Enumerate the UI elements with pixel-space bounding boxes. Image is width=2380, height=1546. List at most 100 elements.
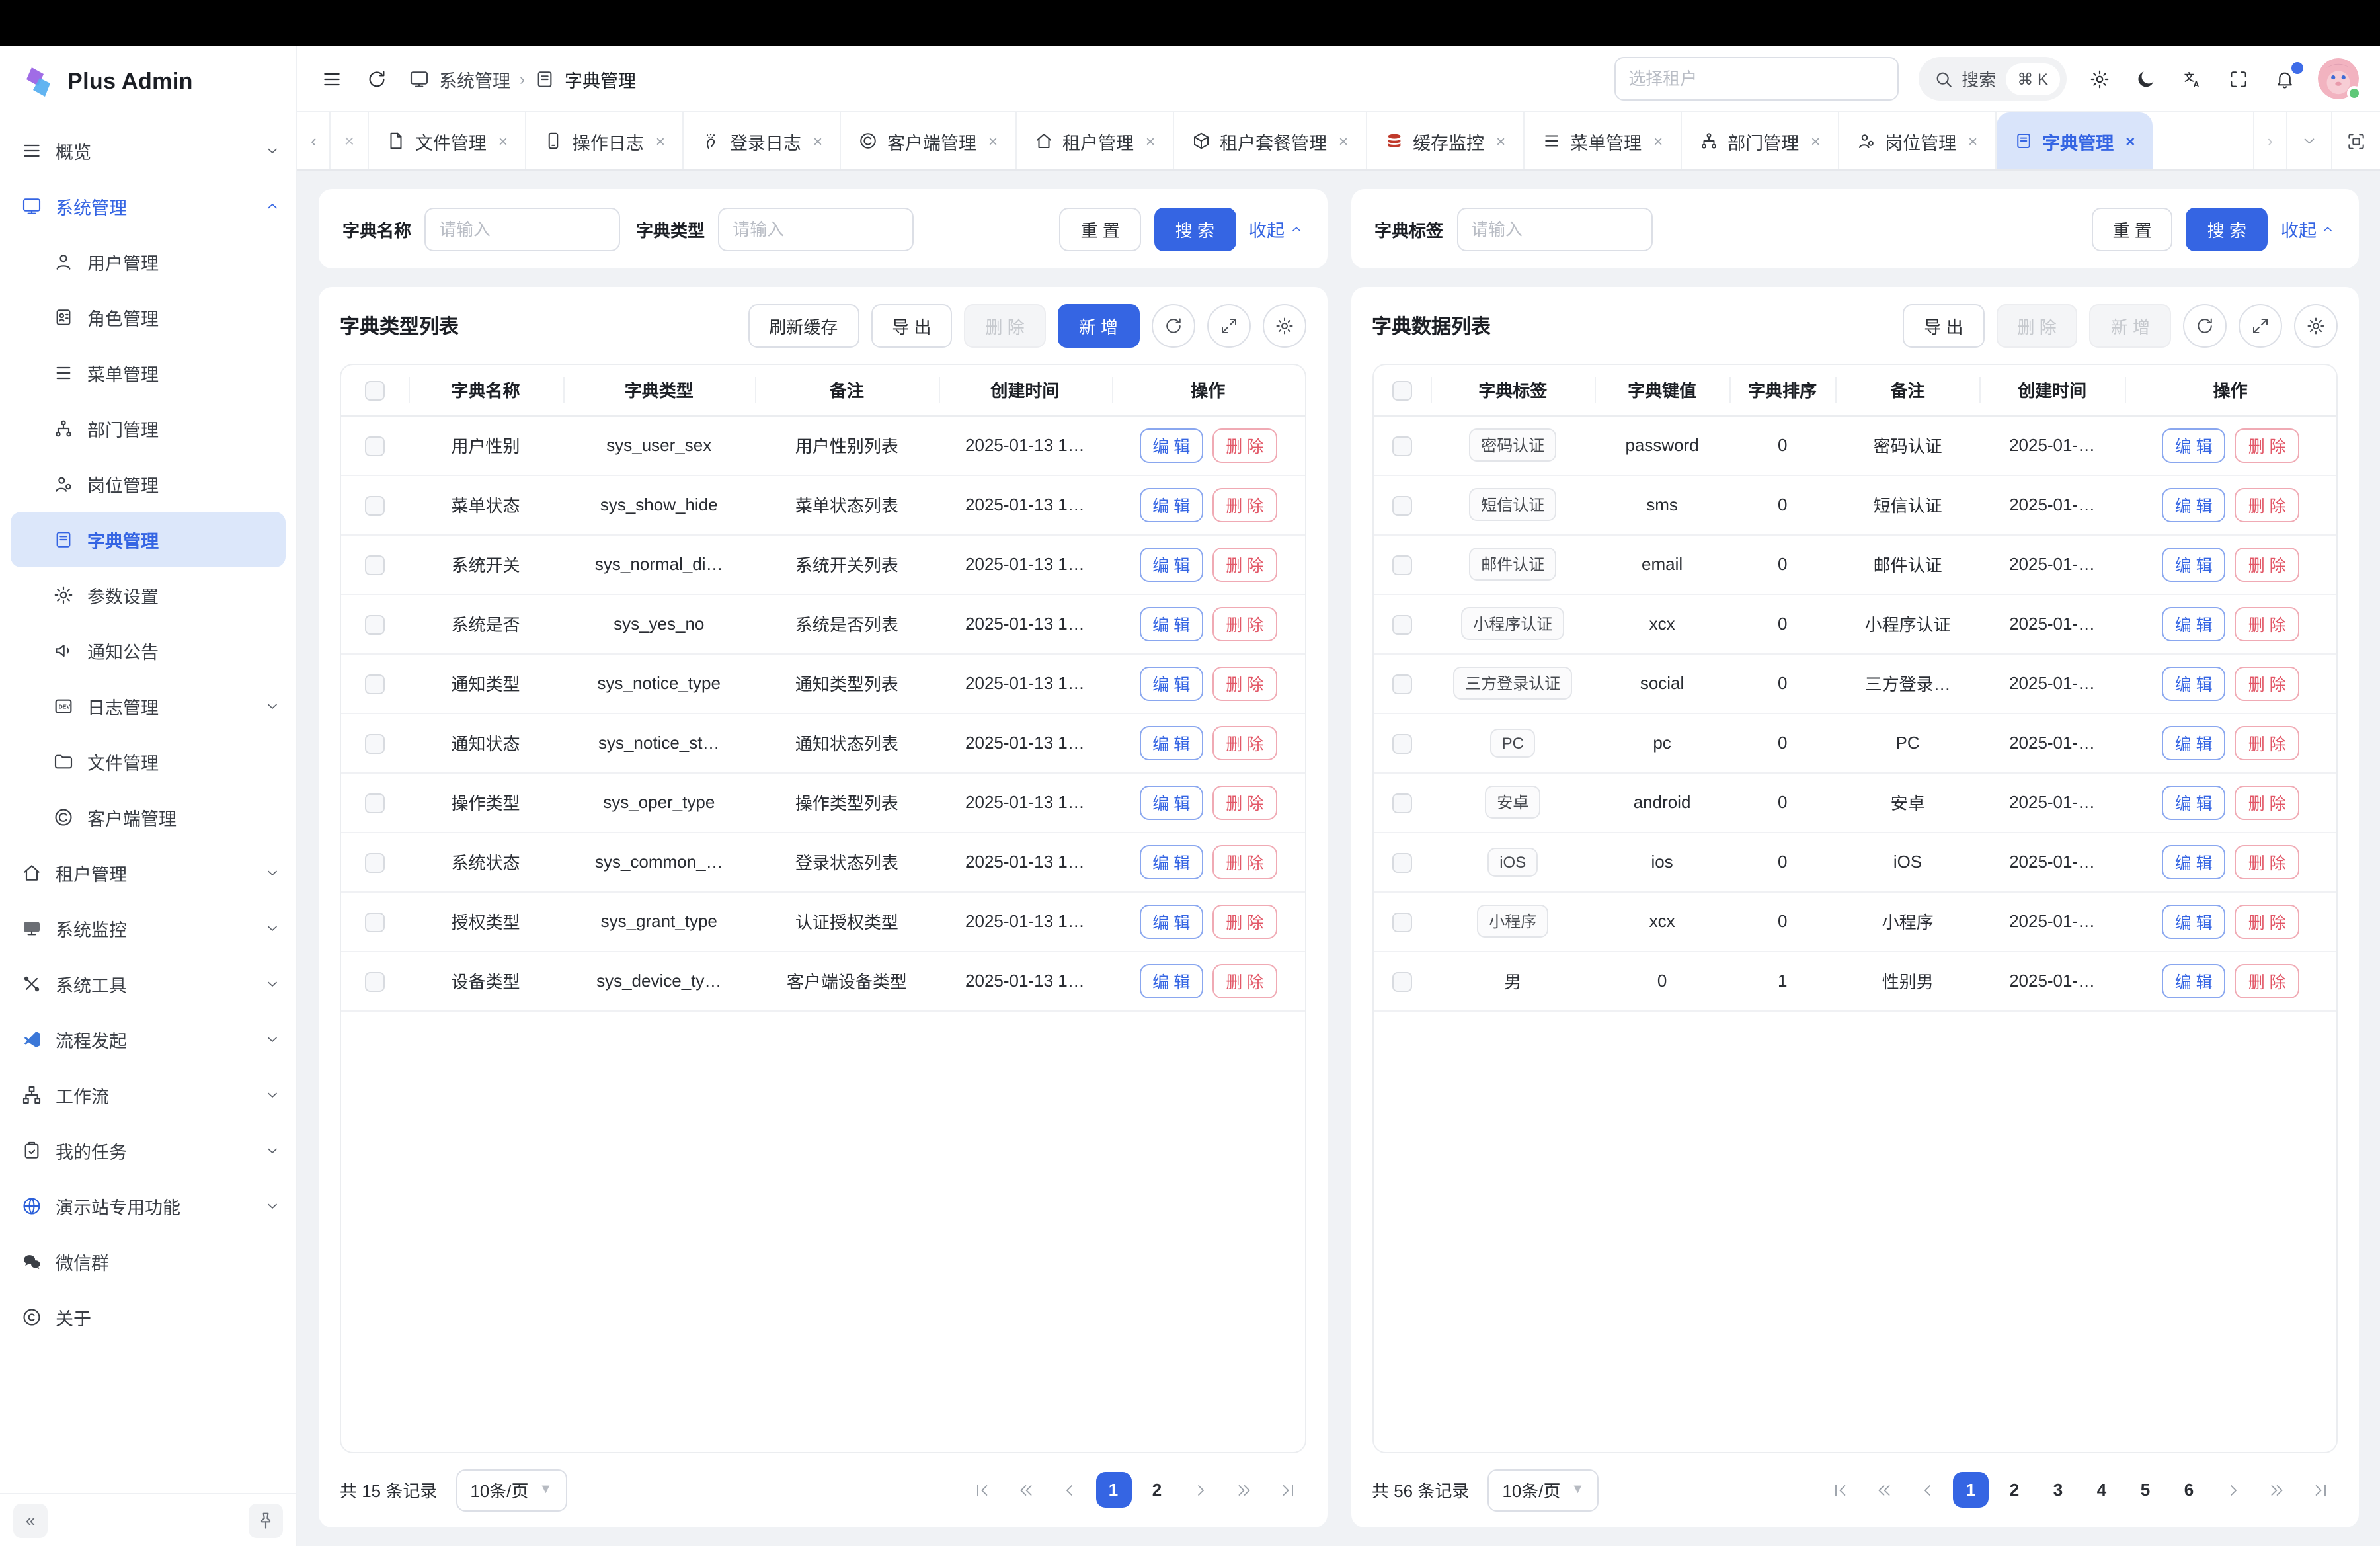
close-tab-icon[interactable]: × bbox=[1968, 132, 1977, 150]
row-checkbox[interactable] bbox=[1392, 555, 1412, 575]
sidebar-item-19[interactable]: 我的任务 bbox=[0, 1123, 296, 1178]
sidebar-item-17[interactable]: 流程发起 bbox=[0, 1012, 296, 1067]
tab-2[interactable]: 操作日志× bbox=[526, 112, 684, 169]
row-checkbox[interactable] bbox=[365, 495, 385, 515]
delete-button[interactable]: 删 除 bbox=[1212, 785, 1277, 819]
menu-toggle-icon[interactable] bbox=[319, 65, 345, 92]
settings-gear-icon[interactable] bbox=[2086, 65, 2113, 92]
tab-5[interactable]: 租户管理× bbox=[1016, 112, 1173, 169]
refresh-icon[interactable] bbox=[364, 65, 390, 92]
edit-button[interactable]: 编 辑 bbox=[2162, 547, 2226, 581]
collapse-search-link[interactable]: 收起 bbox=[1249, 216, 1303, 242]
toolbar-button[interactable]: 导 出 bbox=[871, 304, 952, 348]
tab-7[interactable]: 缓存监控× bbox=[1367, 112, 1524, 169]
toolbar-button[interactable]: 新 增 bbox=[1058, 304, 1139, 348]
collapse-search-link[interactable]: 收起 bbox=[2281, 216, 2335, 242]
edit-button[interactable]: 编 辑 bbox=[2162, 904, 2226, 938]
sidebar-item-15[interactable]: 系统监控 bbox=[0, 901, 296, 956]
edit-button[interactable]: 编 辑 bbox=[1139, 844, 1203, 879]
prev-page-button[interactable] bbox=[1052, 1472, 1088, 1508]
prev-block-button[interactable] bbox=[1866, 1472, 1901, 1508]
row-checkbox[interactable] bbox=[365, 674, 385, 694]
expand-table-button[interactable] bbox=[1207, 304, 1250, 348]
edit-button[interactable]: 编 辑 bbox=[2162, 428, 2226, 462]
delete-button[interactable]: 删 除 bbox=[1212, 844, 1277, 879]
sidebar-item-4[interactable]: 角色管理 bbox=[0, 290, 296, 345]
sidebar-item-3[interactable]: 用户管理 bbox=[0, 234, 296, 290]
row-checkbox[interactable] bbox=[365, 793, 385, 813]
row-checkbox[interactable] bbox=[1392, 436, 1412, 456]
right-search-input-1[interactable] bbox=[1456, 207, 1652, 251]
last-page-button[interactable] bbox=[1270, 1472, 1306, 1508]
sidebar-item-21[interactable]: 微信群 bbox=[0, 1234, 296, 1289]
tab-10[interactable]: 岗位管理× bbox=[1839, 112, 1996, 169]
close-tab-icon[interactable]: × bbox=[1496, 132, 1505, 150]
sidebar-item-6[interactable]: 部门管理 bbox=[0, 401, 296, 456]
page-size-select[interactable]: 10条/页▼ bbox=[1488, 1469, 1599, 1511]
close-tab-icon[interactable]: × bbox=[498, 132, 508, 150]
select-all-checkbox[interactable] bbox=[365, 381, 385, 401]
delete-button[interactable]: 删 除 bbox=[2235, 725, 2299, 760]
next-block-button[interactable] bbox=[2258, 1472, 2294, 1508]
sidebar-item-18[interactable]: 工作流 bbox=[0, 1067, 296, 1123]
row-checkbox[interactable] bbox=[1392, 971, 1412, 991]
close-tab-icon[interactable]: × bbox=[1339, 132, 1348, 150]
delete-button[interactable]: 删 除 bbox=[1212, 487, 1277, 522]
row-checkbox[interactable] bbox=[365, 852, 385, 872]
page-number-button[interactable]: 2 bbox=[1997, 1472, 2032, 1508]
breadcrumb-root[interactable]: 系统管理 bbox=[439, 65, 510, 92]
edit-button[interactable]: 编 辑 bbox=[1139, 547, 1203, 581]
delete-button[interactable]: 删 除 bbox=[2235, 785, 2299, 819]
first-page-button[interactable] bbox=[1822, 1472, 1858, 1508]
edit-button[interactable]: 编 辑 bbox=[1139, 785, 1203, 819]
toolbar-button[interactable]: 删 除 bbox=[965, 304, 1046, 348]
delete-button[interactable]: 删 除 bbox=[2235, 844, 2299, 879]
edit-button[interactable]: 编 辑 bbox=[1139, 904, 1203, 938]
edit-button[interactable]: 编 辑 bbox=[2162, 487, 2226, 522]
row-checkbox[interactable] bbox=[1392, 495, 1412, 515]
row-checkbox[interactable] bbox=[365, 555, 385, 575]
refresh-table-button[interactable] bbox=[1151, 304, 1195, 348]
row-checkbox[interactable] bbox=[1392, 733, 1412, 753]
edit-button[interactable]: 编 辑 bbox=[2162, 844, 2226, 879]
row-checkbox[interactable] bbox=[365, 614, 385, 634]
refresh-table-button[interactable] bbox=[2183, 304, 2227, 348]
sidebar-item-16[interactable]: 系统工具 bbox=[0, 956, 296, 1012]
tab-8[interactable]: 菜单管理× bbox=[1524, 112, 1681, 169]
left-search-input-2[interactable] bbox=[718, 207, 914, 251]
row-checkbox[interactable] bbox=[1392, 674, 1412, 694]
prev-block-button[interactable] bbox=[1008, 1472, 1044, 1508]
row-checkbox[interactable] bbox=[1392, 614, 1412, 634]
sidebar-item-14[interactable]: 租户管理 bbox=[0, 845, 296, 901]
tab-6[interactable]: 租户套餐管理× bbox=[1173, 112, 1367, 169]
expand-table-button[interactable] bbox=[2239, 304, 2282, 348]
fullscreen-icon[interactable] bbox=[2225, 65, 2252, 92]
sidebar-item-10[interactable]: 通知公告 bbox=[0, 623, 296, 678]
tab-4[interactable]: 客户端管理× bbox=[841, 112, 1016, 169]
prev-page-button[interactable] bbox=[1909, 1472, 1945, 1508]
reset-button[interactable]: 重 置 bbox=[2092, 207, 2173, 251]
content-fullscreen-button[interactable] bbox=[2332, 112, 2380, 169]
sidebar-item-1[interactable]: 概览 bbox=[0, 123, 296, 179]
close-tab-icon[interactable]: × bbox=[1811, 132, 1820, 150]
row-checkbox[interactable] bbox=[365, 971, 385, 991]
delete-button[interactable]: 删 除 bbox=[2235, 487, 2299, 522]
sidebar-item-20[interactable]: 演示站专用功能 bbox=[0, 1178, 296, 1234]
delete-button[interactable]: 删 除 bbox=[2235, 666, 2299, 700]
dark-mode-moon-icon[interactable] bbox=[2133, 65, 2159, 92]
tab-9[interactable]: 部门管理× bbox=[1681, 112, 1839, 169]
tabs-scroll-right-button[interactable]: › bbox=[2254, 112, 2287, 169]
toolbar-button[interactable]: 刷新缓存 bbox=[748, 304, 859, 348]
first-page-button[interactable] bbox=[965, 1472, 1000, 1508]
delete-button[interactable]: 删 除 bbox=[1212, 725, 1277, 760]
tab-11[interactable]: 字典管理× bbox=[1996, 112, 2152, 169]
delete-button[interactable]: 删 除 bbox=[2235, 904, 2299, 938]
close-tab-icon[interactable]: × bbox=[656, 132, 665, 150]
edit-button[interactable]: 编 辑 bbox=[2162, 606, 2226, 641]
row-checkbox[interactable] bbox=[365, 733, 385, 753]
delete-button[interactable]: 删 除 bbox=[1212, 963, 1277, 998]
close-tab-icon[interactable]: × bbox=[813, 132, 822, 150]
edit-button[interactable]: 编 辑 bbox=[1139, 428, 1203, 462]
delete-button[interactable]: 删 除 bbox=[2235, 606, 2299, 641]
collapse-sidebar-button[interactable]: « bbox=[13, 1503, 48, 1537]
